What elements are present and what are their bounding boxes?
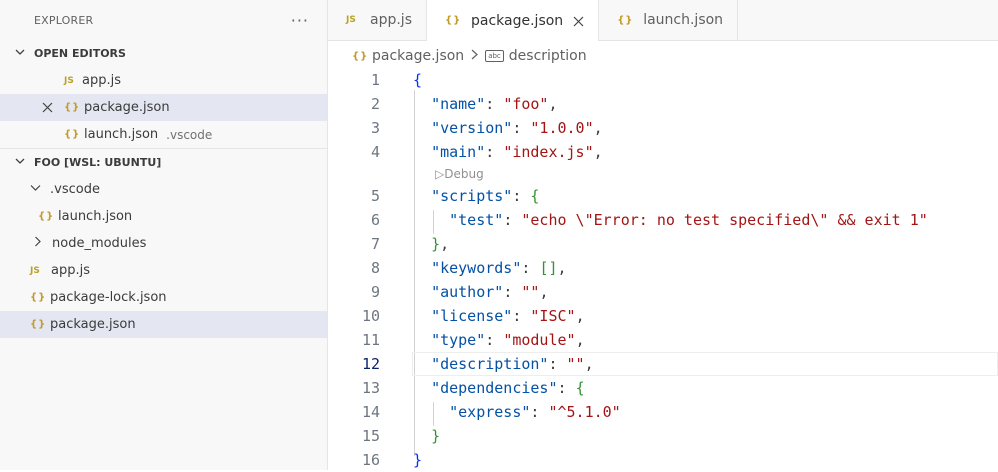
line-number: 9 (370, 283, 380, 301)
js-file-icon: JS (30, 265, 40, 276)
code-line: 4 "main": "index.js", (328, 140, 998, 164)
tree-item-label: node_modules (52, 236, 147, 251)
code-line: 6 "test": "echo \"Error: no test specifi… (328, 208, 998, 232)
code-line: 14 "express": "^5.1.0" (328, 400, 998, 424)
code-line-current: 12 "description": "", (328, 352, 998, 376)
line-number: 14 (361, 403, 380, 421)
tree-folder-node-modules[interactable]: node_modules (0, 230, 327, 257)
open-editor-app-js[interactable]: JS app.js (0, 67, 327, 94)
tree-folder-vscode[interactable]: .vscode (0, 176, 327, 203)
json-file-icon: {} (352, 50, 369, 62)
code-line: 3 "version": "1.0.0", (328, 116, 998, 140)
code-editor[interactable]: 1 { 2 "name": "foo", 3 "version": "1.0.0… (328, 68, 998, 470)
code-line: 16 } (328, 448, 998, 472)
code-line: 11 "type": "module", (328, 328, 998, 352)
debug-codelens[interactable]: ▷Debug (435, 163, 484, 185)
open-editor-label: package.json (84, 100, 170, 115)
code-line: 1 { (328, 68, 998, 92)
tree-file-package-lock-json[interactable]: {} package-lock.json (0, 284, 327, 311)
workspace-label: FOO [WSL: UBUNTU] (34, 156, 162, 169)
open-editor-label: launch.json (84, 127, 159, 142)
tab-label: app.js (370, 12, 412, 28)
tree-file-launch-json[interactable]: {} launch.json (0, 203, 327, 230)
close-icon[interactable] (573, 12, 584, 30)
code-line: 15 } (328, 424, 998, 448)
line-number: 16 (361, 451, 380, 469)
chevron-right-icon (32, 236, 44, 251)
open-editor-package-json[interactable]: {} package.json (0, 94, 327, 121)
chevron-down-icon (30, 182, 42, 197)
breadcrumb: {} package.json abc description (352, 45, 587, 67)
open-editors-label: OPEN EDITORS (34, 47, 126, 60)
json-file-icon: {} (30, 292, 47, 303)
close-icon[interactable] (42, 94, 53, 121)
code-line: 13 "dependencies": { (328, 376, 998, 400)
explorer-header: EXPLORER ··· (0, 0, 327, 40)
breadcrumb-file[interactable]: package.json (372, 48, 464, 64)
line-number: 4 (370, 143, 380, 161)
explorer-sidebar: EXPLORER ··· OPEN EDITORS JS app.js {} p… (0, 0, 328, 470)
string-symbol-icon: abc (485, 50, 504, 62)
js-file-icon: JS (346, 15, 356, 25)
tab-label: package.json (471, 12, 564, 29)
code-line: 9 "author": "", (328, 280, 998, 304)
breadcrumb-symbol[interactable]: description (509, 48, 587, 64)
tab-package-json[interactable]: {} package.json (427, 0, 600, 41)
chevron-down-icon (14, 46, 28, 61)
play-icon: ▷ (435, 167, 445, 181)
code-line: 2 "name": "foo", (328, 92, 998, 116)
json-file-icon: {} (64, 129, 81, 140)
json-file-icon: {} (445, 15, 462, 26)
line-number: 11 (361, 331, 380, 349)
line-number: 6 (370, 211, 380, 229)
line-number: 8 (370, 259, 380, 277)
tree-item-label: package-lock.json (50, 290, 167, 305)
tab-app-js[interactable]: JS app.js (328, 0, 427, 40)
json-file-icon: {} (64, 102, 81, 113)
tree-file-package-json[interactable]: {} package.json (0, 311, 327, 338)
chevron-down-icon (14, 155, 28, 170)
chevron-right-icon (470, 48, 479, 64)
tree-file-app-js[interactable]: JS app.js (0, 257, 327, 284)
explorer-title: EXPLORER (34, 13, 94, 27)
line-number: 12 (361, 355, 380, 373)
open-editor-launch-json[interactable]: {} launch.json .vscode (0, 121, 327, 148)
more-actions-icon[interactable]: ··· (291, 11, 309, 30)
line-number: 5 (370, 187, 380, 205)
line-number: 2 (370, 95, 380, 113)
line-number: 7 (370, 235, 380, 253)
tab-launch-json[interactable]: {} launch.json (599, 0, 739, 40)
editor-tab-bar: JS app.js {} package.json {} launch.json (328, 0, 998, 41)
tab-label: launch.json (643, 12, 724, 28)
line-number: 13 (361, 379, 380, 397)
open-editor-description: .vscode (166, 127, 213, 142)
open-editor-label: app.js (82, 73, 121, 88)
code-line: 7 }, (328, 232, 998, 256)
tree-item-label: package.json (50, 317, 136, 332)
code-line: 10 "license": "ISC", (328, 304, 998, 328)
line-number: 3 (370, 119, 380, 137)
tree-item-label: .vscode (50, 182, 100, 197)
line-number: 15 (361, 427, 380, 445)
js-file-icon: JS (64, 75, 74, 86)
open-editors-header[interactable]: OPEN EDITORS (0, 40, 327, 67)
json-file-icon: {} (30, 319, 47, 330)
line-number: 1 (370, 71, 380, 89)
json-file-icon: {} (38, 211, 55, 222)
tree-item-label: launch.json (58, 209, 133, 224)
json-file-icon: {} (617, 14, 634, 26)
code-line: 8 "keywords": [], (328, 256, 998, 280)
tree-item-label: app.js (51, 263, 90, 278)
line-number: 10 (361, 307, 380, 325)
workspace-header[interactable]: FOO [WSL: UBUNTU] (0, 148, 327, 176)
code-line: 5 "scripts": { (328, 184, 998, 208)
